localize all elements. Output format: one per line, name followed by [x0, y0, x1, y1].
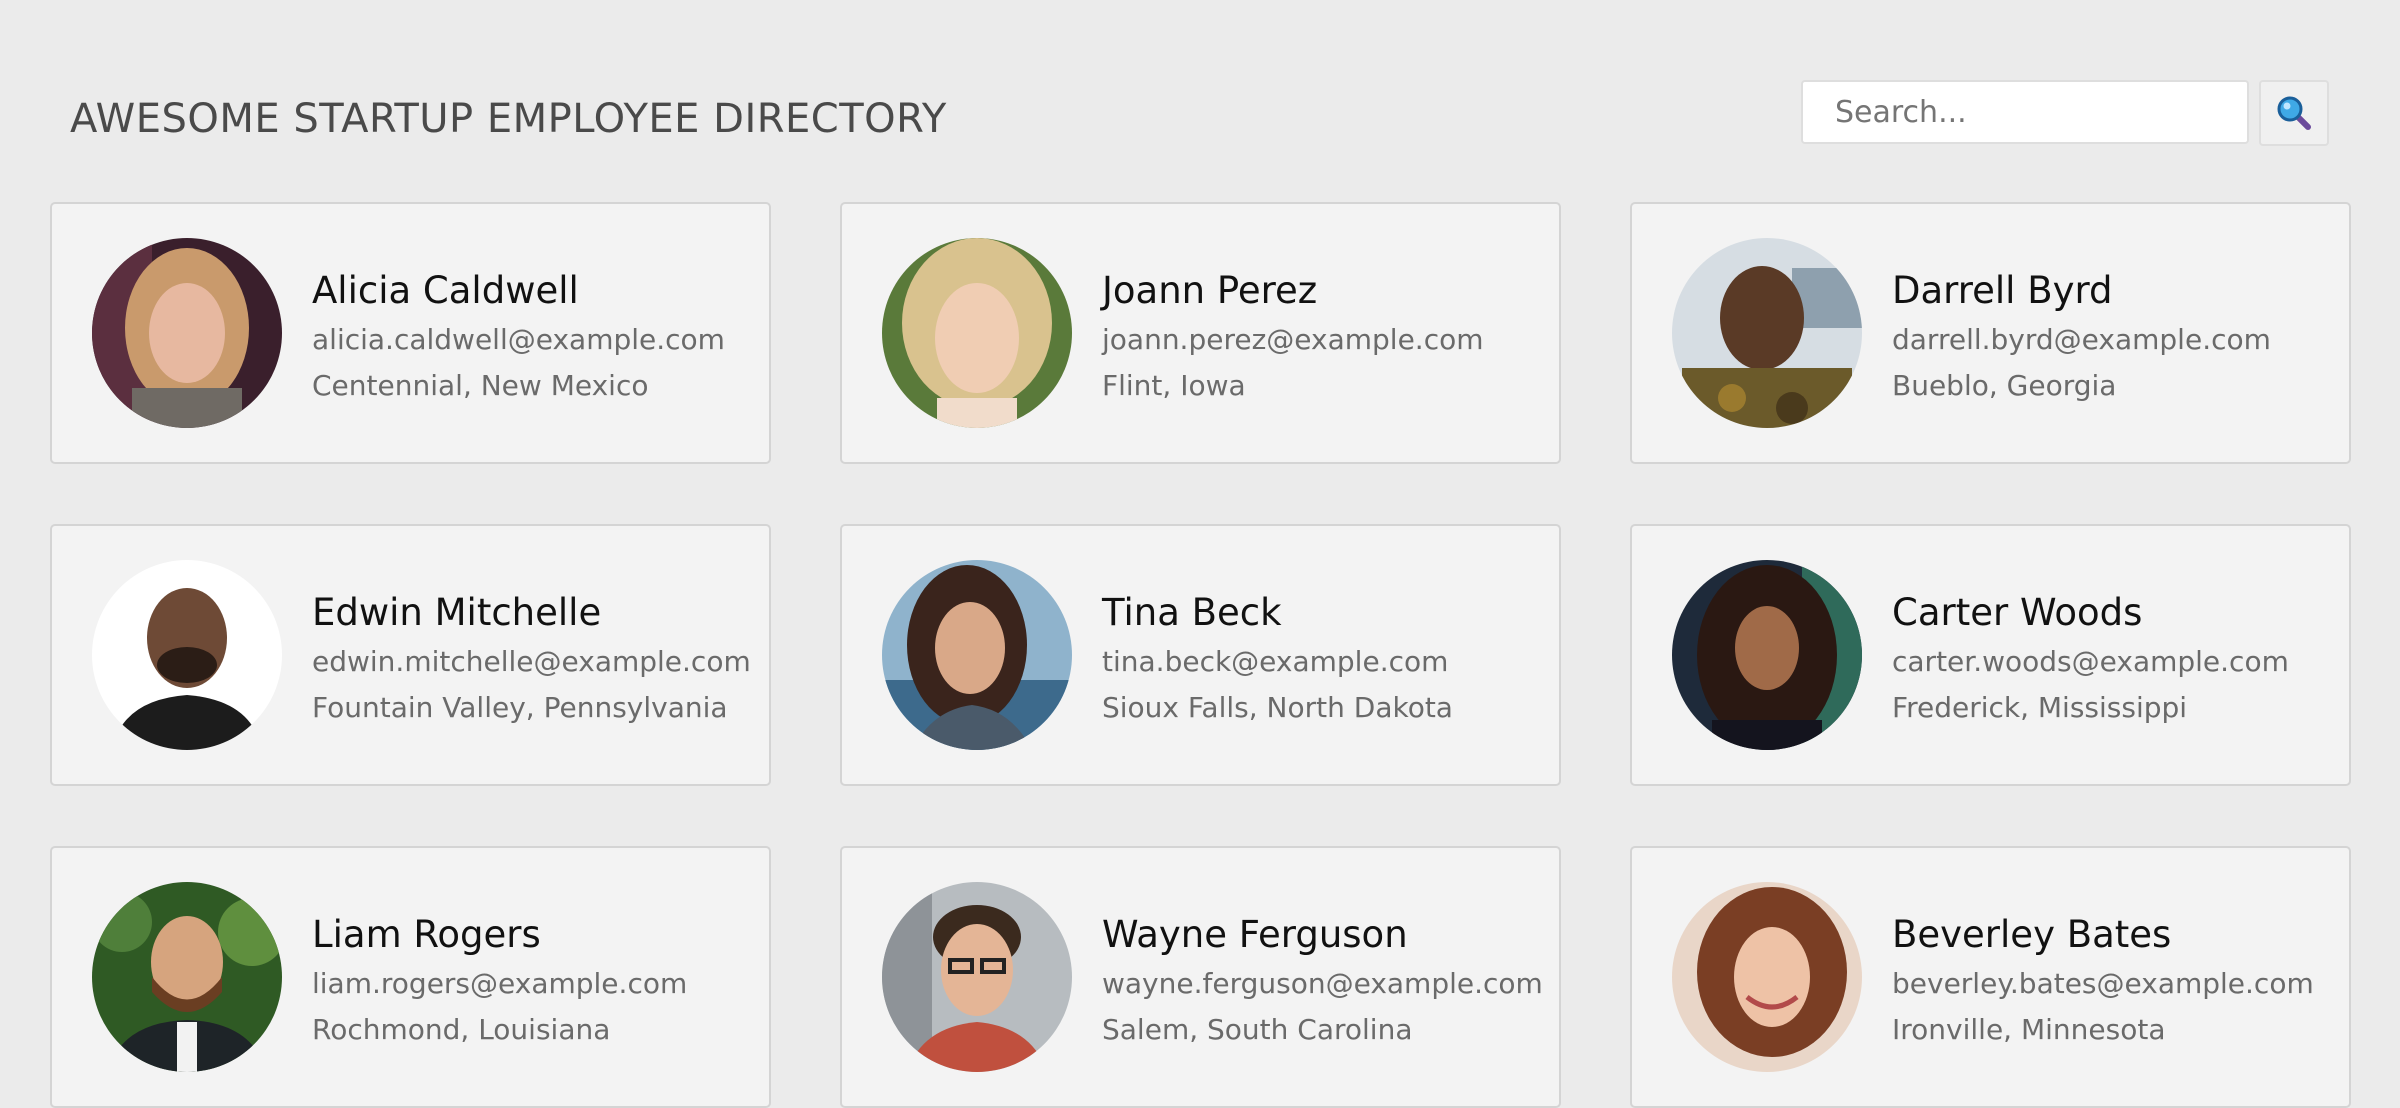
employee-card[interactable]: Alicia Caldwell alicia.caldwell@example.…	[50, 202, 771, 464]
employee-name: Carter Woods	[1892, 591, 2143, 634]
employee-email: beverley.bates@example.com	[1892, 967, 2314, 1000]
employee-photo	[92, 560, 282, 750]
employee-location: Sioux Falls, North Dakota	[1102, 691, 1453, 724]
employee-name: Wayne Ferguson	[1102, 913, 1408, 956]
employee-photo	[1672, 882, 1862, 1072]
employee-name: Alicia Caldwell	[312, 269, 579, 312]
employee-name: Joann Perez	[1102, 269, 1318, 312]
employee-email: darrell.byrd@example.com	[1892, 323, 2271, 356]
employee-location: Centennial, New Mexico	[312, 369, 649, 402]
employee-email: liam.rogers@example.com	[312, 967, 688, 1000]
employee-photo	[882, 882, 1072, 1072]
employee-card[interactable]: Edwin Mitchelle edwin.mitchelle@example.…	[50, 524, 771, 786]
employee-name: Darrell Byrd	[1892, 269, 2113, 312]
search-button[interactable]	[2259, 80, 2329, 146]
employee-location: Flint, Iowa	[1102, 369, 1246, 402]
employee-card[interactable]: Liam Rogers liam.rogers@example.com Roch…	[50, 846, 771, 1108]
employee-photo	[92, 882, 282, 1072]
employee-email: tina.beck@example.com	[1102, 645, 1449, 678]
employee-name: Tina Beck	[1102, 591, 1282, 634]
employee-gallery: Alicia Caldwell alicia.caldwell@example.…	[50, 202, 2351, 1108]
employee-card[interactable]: Beverley Bates beverley.bates@example.co…	[1630, 846, 2351, 1108]
employee-photo	[882, 238, 1072, 428]
search-input[interactable]	[1801, 80, 2249, 144]
employee-name: Liam Rogers	[312, 913, 541, 956]
search-icon	[2277, 96, 2311, 130]
employee-email: joann.perez@example.com	[1102, 323, 1484, 356]
employee-email: carter.woods@example.com	[1892, 645, 2289, 678]
page-title: AWESOME STARTUP EMPLOYEE DIRECTORY	[70, 96, 947, 142]
employee-name: Beverley Bates	[1892, 913, 2172, 956]
employee-photo	[92, 238, 282, 428]
employee-card[interactable]: Joann Perez joann.perez@example.com Flin…	[840, 202, 1561, 464]
employee-name: Edwin Mitchelle	[312, 591, 602, 634]
employee-photo	[1672, 238, 1862, 428]
employee-location: Bueblo, Georgia	[1892, 369, 2117, 402]
employee-email: wayne.ferguson@example.com	[1102, 967, 1543, 1000]
employee-card[interactable]: Wayne Ferguson wayne.ferguson@example.co…	[840, 846, 1561, 1108]
employee-location: Frederick, Mississippi	[1892, 691, 2188, 724]
employee-location: Salem, South Carolina	[1102, 1013, 1413, 1046]
employee-location: Rochmond, Louisiana	[312, 1013, 611, 1046]
employee-card[interactable]: Tina Beck tina.beck@example.com Sioux Fa…	[840, 524, 1561, 786]
employee-card[interactable]: Carter Woods carter.woods@example.com Fr…	[1630, 524, 2351, 786]
employee-email: edwin.mitchelle@example.com	[312, 645, 751, 678]
employee-location: Fountain Valley, Pennsylvania	[312, 691, 728, 724]
search-form	[1801, 80, 2329, 146]
employee-photo	[1672, 560, 1862, 750]
employee-card[interactable]: Darrell Byrd darrell.byrd@example.com Bu…	[1630, 202, 2351, 464]
employee-email: alicia.caldwell@example.com	[312, 323, 725, 356]
employee-photo	[882, 560, 1072, 750]
employee-location: Ironville, Minnesota	[1892, 1013, 2166, 1046]
